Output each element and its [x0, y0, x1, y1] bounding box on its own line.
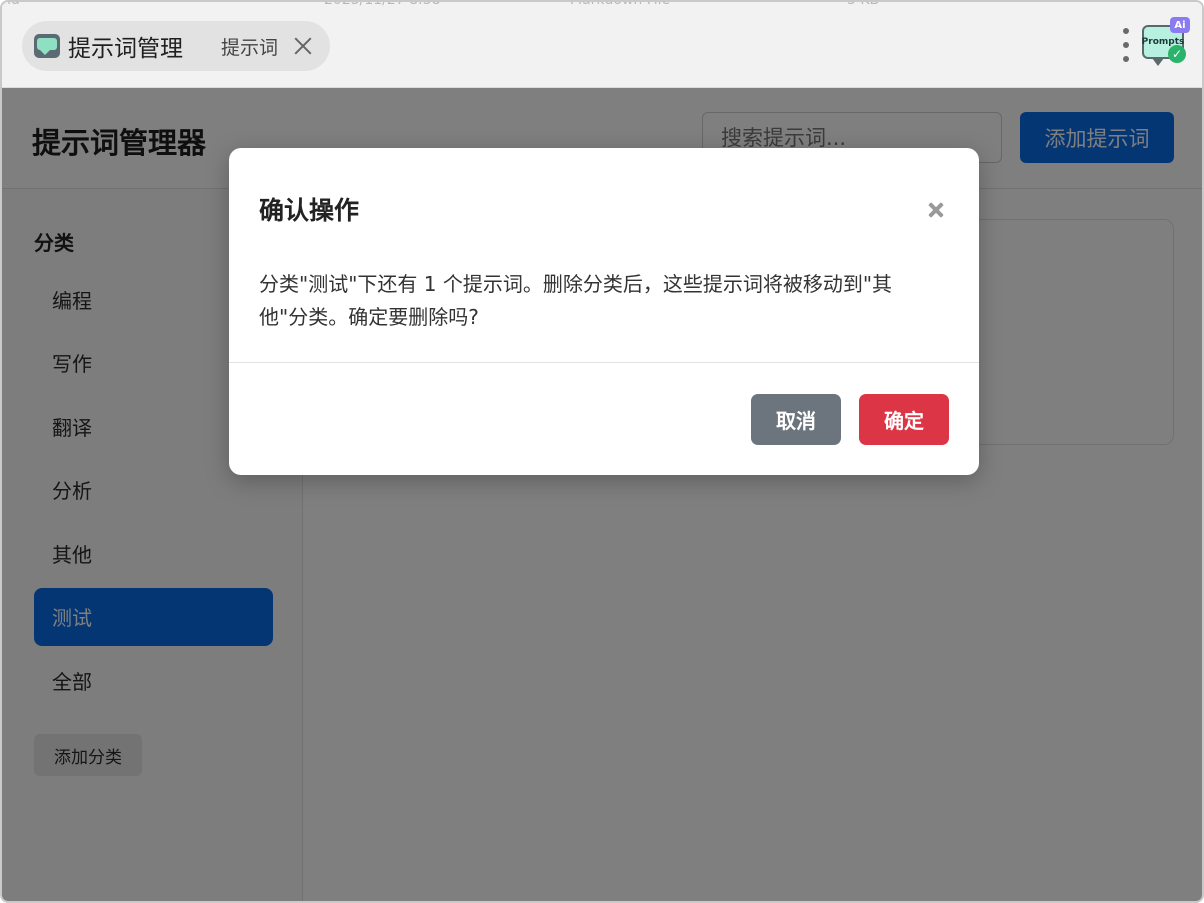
background-text: Markdown File — [570, 0, 671, 8]
check-icon: ✓ — [1168, 45, 1186, 63]
kebab-menu-icon[interactable] — [1120, 28, 1132, 62]
dialog-title: 确认操作 — [259, 196, 360, 225]
close-icon[interactable] — [292, 35, 314, 57]
background-text: 3 KB — [847, 0, 880, 8]
dialog-message: 分类"测试"下还有 1 个提示词。删除分类后，这些提示词将被移动到"其他"分类。… — [259, 272, 893, 329]
tab-title: 提示词 — [221, 36, 279, 59]
confirm-dialog: 确认操作 分类"测试"下还有 1 个提示词。删除分类后，这些提示词将被移动到"其… — [229, 148, 979, 475]
tab-bar: nd 2025/11/27 8:58 Markdown File 3 KB 提示… — [2, 2, 1202, 88]
tab-prompts[interactable]: 提示词 — [197, 21, 331, 71]
tab-title: 提示词管理 — [68, 36, 183, 62]
divider — [229, 362, 979, 363]
tab-group: 提示词管理 提示词 — [22, 21, 331, 71]
prompt-favicon-icon — [34, 34, 60, 58]
browser-window: nd 2025/11/27 8:58 Markdown File 3 KB 提示… — [0, 0, 1204, 903]
background-text: nd — [2, 0, 20, 8]
ai-badge: Ai — [1170, 17, 1190, 33]
prompts-extension-icon[interactable]: Prompts Ai ✓ — [1140, 17, 1190, 73]
cancel-button[interactable]: 取消 — [751, 394, 841, 445]
close-icon[interactable] — [922, 196, 950, 224]
tab-prompt-manager[interactable]: 提示词管理 — [22, 21, 197, 71]
confirm-button[interactable]: 确定 — [859, 394, 949, 445]
background-text: 2025/11/27 8:58 — [324, 0, 441, 8]
